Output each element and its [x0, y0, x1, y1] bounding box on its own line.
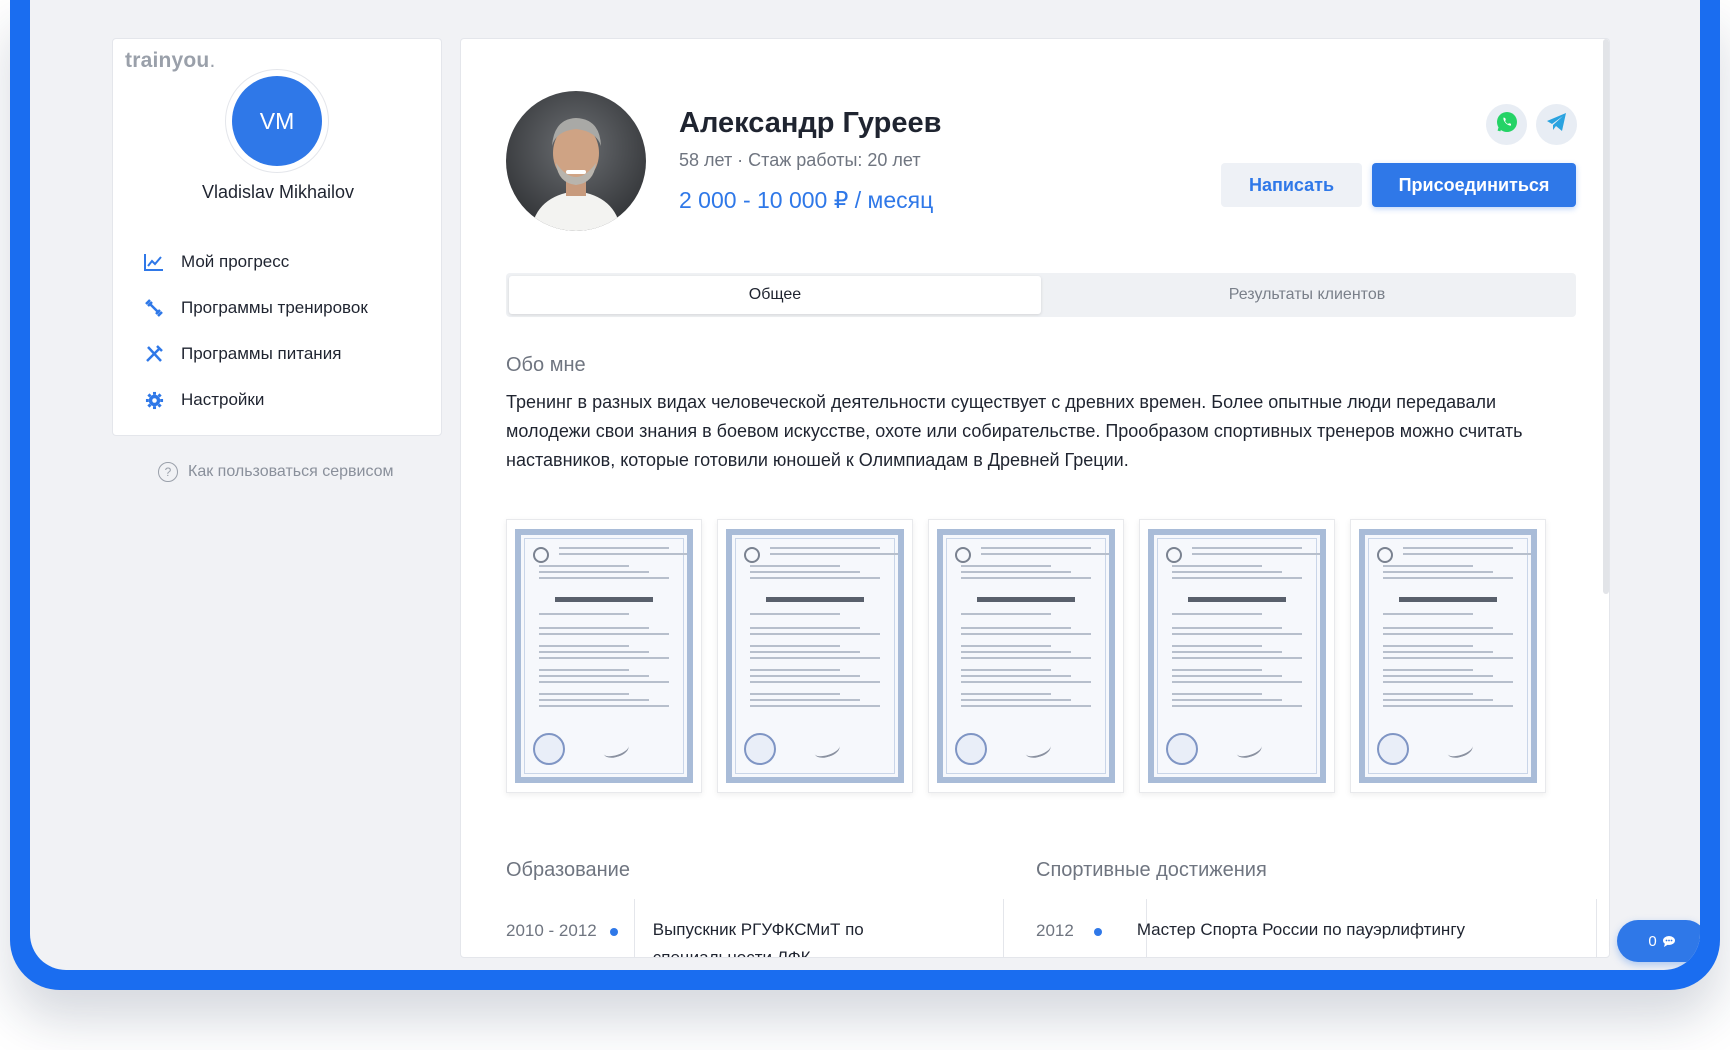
whatsapp-button[interactable] [1486, 104, 1527, 145]
column-divider [1003, 899, 1004, 957]
tab-client-results[interactable]: Результаты клиентов [1041, 276, 1573, 314]
avatar[interactable]: VM [232, 76, 322, 166]
certificate-thumbnail[interactable] [506, 519, 702, 793]
sidebar-item-workouts[interactable]: Программы тренировок [143, 285, 368, 331]
about-text: Тренинг в разных видах человеческой деят… [506, 392, 1523, 470]
sidebar-card: trainyou. VM Vladislav Mikhailov Мой про… [112, 38, 442, 436]
column-divider [1596, 899, 1597, 957]
education-heading: Образование [506, 859, 630, 881]
certificate-thumbnail[interactable] [1139, 519, 1335, 793]
sidebar-item-label: Программы питания [181, 344, 342, 363]
help-label: Как пользоваться сервисом [188, 463, 394, 480]
timeline-line [634, 899, 635, 957]
certificates-gallery [506, 519, 1561, 793]
achievements-heading: Спортивные достижения [1036, 859, 1267, 881]
certificate-image [726, 529, 904, 783]
whatsapp-icon [1495, 110, 1519, 139]
scrollbar[interactable] [1603, 39, 1609, 594]
certificate-thumbnail[interactable] [1350, 519, 1546, 793]
achievement-year: 2012 [1036, 921, 1074, 940]
timeline-dot [609, 928, 618, 936]
logo[interactable]: trainyou. [125, 49, 216, 73]
education-text: Выпускник РГУФКСМиТ по специальности ЛФК [652, 920, 864, 958]
dumbbell-icon [143, 297, 165, 319]
sidebar-item-nutrition[interactable]: Программы питания [143, 331, 368, 377]
certificate-image [1148, 529, 1326, 783]
trainer-name: Александр Гуреев [679, 107, 942, 139]
timeline-dot [1093, 928, 1102, 936]
trainer-profile-card: Александр Гуреев 58 лет · Стаж работы: 2… [460, 38, 1610, 958]
achievement-item: 2012 Мастер Спорта России по пауэрлифтин… [1036, 920, 1465, 944]
trainer-price: 2 000 - 10 000 ₽ / месяц [679, 187, 934, 213]
help-link[interactable]: ? Как пользоваться сервисом [158, 462, 394, 482]
certificate-image [1359, 529, 1537, 783]
sidebar-nav: Мой прогресс Программы тренировок Програ… [143, 239, 368, 423]
certificate-thumbnail[interactable] [717, 519, 913, 793]
tab-general[interactable]: Общее [509, 276, 1041, 314]
telegram-button[interactable] [1536, 104, 1577, 145]
education-year: 2010 - 2012 [506, 921, 597, 940]
trainer-photo [506, 91, 646, 231]
fork-knife-icon [143, 343, 165, 365]
sidebar-item-label: Программы тренировок [181, 298, 368, 317]
question-icon: ? [158, 462, 178, 482]
sidebar-item-label: Мой прогресс [181, 252, 290, 271]
chat-button[interactable]: 0 [1617, 920, 1700, 962]
about-heading: Обо мне [506, 354, 586, 376]
join-button[interactable]: Присоединиться [1372, 163, 1576, 207]
telegram-icon [1545, 111, 1569, 138]
user-name: Vladislav Mikhailov [201, 182, 355, 202]
chart-line-icon [143, 251, 165, 273]
trainer-meta: 58 лет · Стаж работы: 20 лет [679, 150, 921, 170]
profile-tabs: Общее Результаты клиентов [506, 273, 1576, 317]
device-frame: trainyou. VM Vladislav Mikhailov Мой про… [10, 0, 1720, 990]
sidebar-item-label: Настройки [181, 390, 265, 409]
certificate-image [937, 529, 1115, 783]
chat-bubble-icon [1662, 935, 1675, 947]
write-message-button[interactable]: Написать [1221, 163, 1362, 207]
chat-count: 0 [1648, 932, 1657, 950]
education-item: 2010 - 2012 Выпускник РГУФКСМиТ по специ… [506, 920, 923, 957]
achievement-text: Мастер Спорта России по пауэрлифтингу [1136, 920, 1466, 939]
certificate-thumbnail[interactable] [928, 519, 1124, 793]
certificate-image [515, 529, 693, 783]
avatar-ring: VM [225, 69, 329, 173]
sidebar-item-progress[interactable]: Мой прогресс [143, 239, 368, 285]
sidebar-item-settings[interactable]: Настройки [143, 377, 368, 423]
app-screen: trainyou. VM Vladislav Mikhailov Мой про… [30, 0, 1700, 970]
gear-icon [143, 389, 165, 411]
